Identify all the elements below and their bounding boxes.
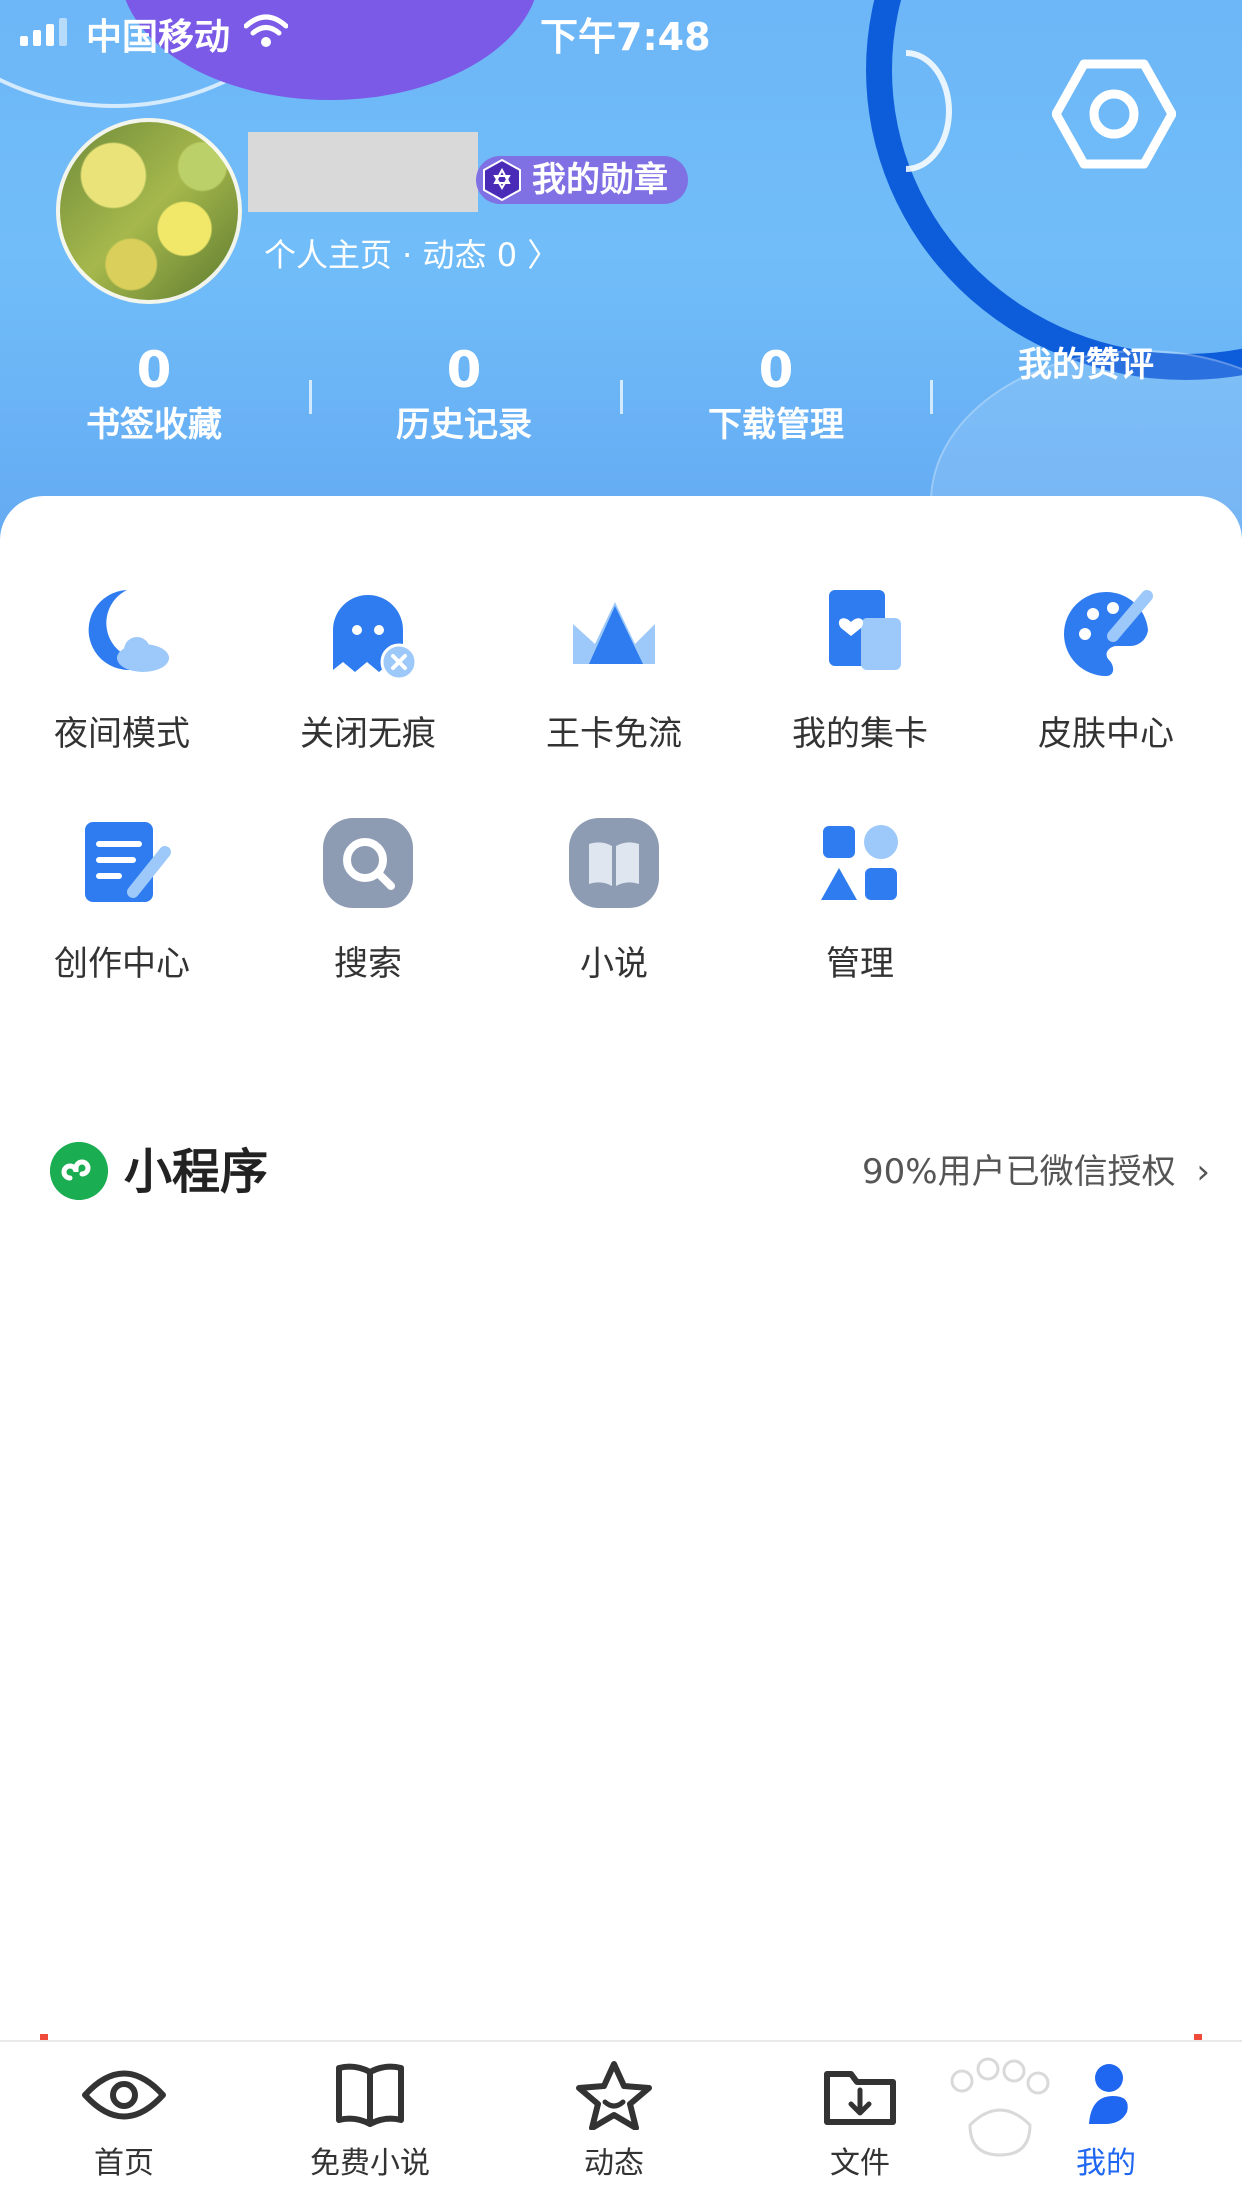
feature-label: 创作中心 (54, 944, 190, 984)
search-icon (323, 818, 413, 908)
stat-divider (309, 380, 312, 414)
stat-label: 我的赞评 (1018, 345, 1154, 385)
mini-program-auth-link[interactable]: 90%用户已微信授权 › (862, 1140, 1210, 1204)
tab-label: 动态 (584, 2146, 644, 2181)
tab-label: 免费小说 (310, 2146, 430, 2181)
palette-icon (1064, 590, 1153, 676)
feature-novel[interactable]: 小说 (514, 808, 714, 985)
carrier-name: 中国移动 (86, 17, 231, 58)
feature-label: 搜索 (334, 944, 402, 984)
stat-label: 书签收藏 (86, 405, 222, 445)
card-icon (829, 590, 901, 670)
open-book-icon (336, 2063, 404, 2127)
mini-program-section[interactable]: 小程序 90%用户已微信授权 › (50, 1140, 1210, 1204)
feature-manage[interactable]: 管理 (760, 808, 960, 985)
status-bar: 中国移动 下午7:48 (0, 0, 1242, 64)
clock: 下午7:48 (540, 15, 711, 59)
feature-night-mode[interactable]: 夜间模式 (22, 578, 222, 755)
feature-king-card[interactable]: 王卡免流 (514, 578, 714, 755)
stat-downloads[interactable]: 0 下载管理 (666, 340, 886, 450)
signal-icon (20, 18, 67, 46)
moon-icon (88, 590, 169, 672)
stat-label: 历史记录 (396, 405, 532, 445)
feature-creation-center[interactable]: 创作中心 (22, 808, 222, 985)
settings-icon[interactable] (1052, 58, 1176, 170)
crown-icon (573, 602, 655, 664)
stat-value: 0 (446, 341, 482, 399)
stat-history[interactable]: 0 历史记录 (354, 340, 574, 450)
ghost-icon (333, 595, 418, 681)
feature-label: 夜间模式 (54, 714, 190, 754)
tab-feed[interactable]: 动态 (534, 2060, 694, 2182)
eye-icon (82, 2070, 166, 2120)
book-icon (569, 818, 659, 908)
medal-icon (483, 158, 521, 202)
apps-icon (821, 825, 898, 900)
watermark-logo (950, 2057, 1050, 2157)
feature-search[interactable]: 搜索 (268, 808, 468, 985)
stat-value: 0 (758, 341, 794, 399)
feature-label: 小说 (580, 944, 648, 984)
document-edit-icon (85, 822, 171, 902)
folder-download-icon (824, 2071, 896, 2125)
tab-files[interactable]: 文件 (780, 2060, 940, 2182)
stat-value: 0 (136, 341, 172, 399)
wifi-icon (244, 14, 288, 47)
feature-label: 我的集卡 (792, 714, 928, 754)
tab-free-novel[interactable]: 免费小说 (290, 2060, 450, 2182)
stat-bookmarks[interactable]: 0 书签收藏 (44, 340, 264, 450)
mini-program-title: 小程序 (124, 1144, 269, 1200)
chevron-right-icon: › (1196, 1152, 1210, 1192)
avatar[interactable] (56, 118, 242, 304)
tab-label: 首页 (94, 2146, 154, 2181)
stat-label: 下载管理 (708, 405, 844, 445)
username-redacted (248, 132, 478, 212)
feature-label: 皮肤中心 (1038, 714, 1174, 754)
medal-badge[interactable]: 我的勋章 (476, 156, 688, 204)
mini-program-icon (50, 1142, 108, 1200)
feature-close-incognito[interactable]: 关闭无痕 (268, 578, 468, 755)
stat-likes[interactable]: 我的赞评 (976, 340, 1196, 390)
feature-label: 管理 (826, 944, 894, 984)
tab-home[interactable]: 首页 (44, 2060, 204, 2182)
profile-header: 中国移动 下午7:48 我的勋章 个人主页 · 动态 0 〉 0 书签收藏 0 … (0, 0, 1242, 560)
feature-label: 王卡免流 (546, 714, 682, 754)
star-icon (576, 2061, 652, 2131)
stat-divider (930, 380, 933, 414)
stats-row: 0 书签收藏 0 历史记录 0 下载管理 我的赞评 (0, 340, 1242, 460)
profile-page-link[interactable]: 个人主页 · 动态 0 〉 (264, 230, 559, 276)
tab-label: 文件 (830, 2146, 890, 2181)
stat-divider (620, 380, 623, 414)
mini-program-auth-text: 90%用户已微信授权 (862, 1152, 1176, 1192)
feature-my-cards[interactable]: 我的集卡 (760, 578, 960, 755)
feature-label: 关闭无痕 (300, 714, 436, 754)
medal-label: 我的勋章 (532, 160, 668, 200)
feature-skin-center[interactable]: 皮肤中心 (1006, 578, 1206, 755)
